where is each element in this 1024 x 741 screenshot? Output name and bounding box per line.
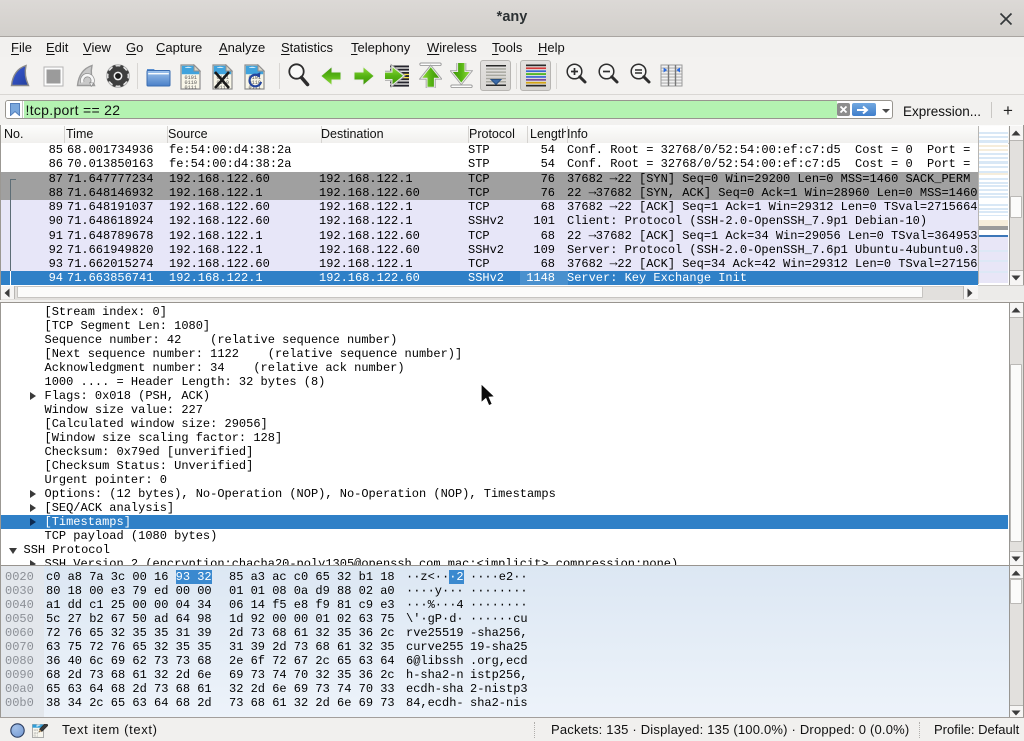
svg-text:0111: 0111 — [185, 85, 197, 91]
svg-text:011: 011 — [34, 735, 39, 738]
